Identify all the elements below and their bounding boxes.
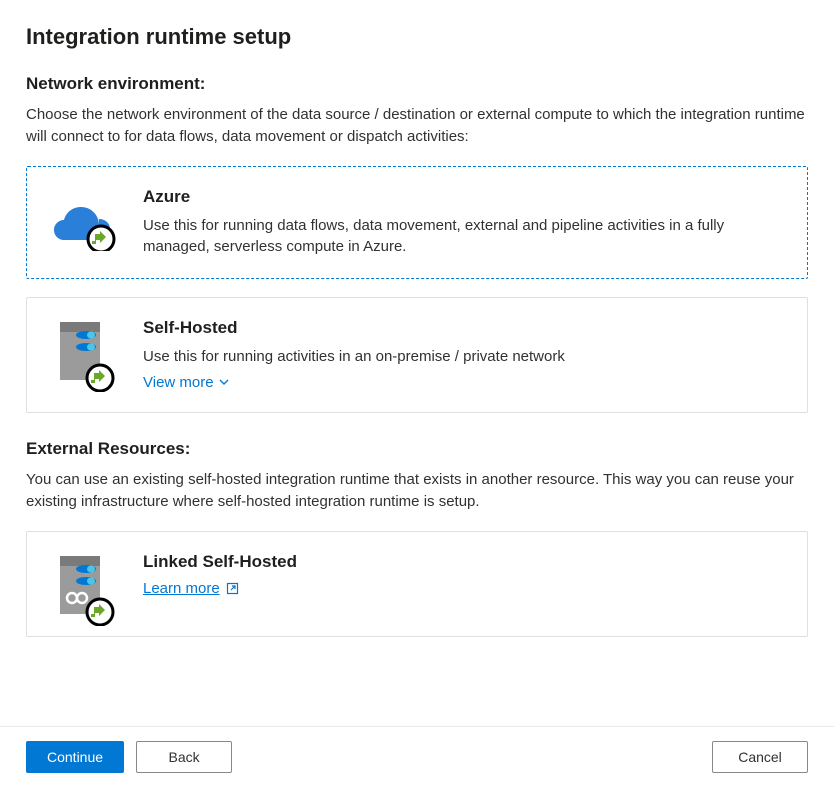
footer: Continue Back Cancel <box>0 726 834 791</box>
network-desc: Choose the network environment of the da… <box>26 104 808 148</box>
cancel-button[interactable]: Cancel <box>712 741 808 773</box>
external-label: External Resources: <box>26 439 808 459</box>
azure-desc: Use this for running data flows, data mo… <box>143 215 785 259</box>
learn-more-link[interactable]: Learn more <box>143 580 239 597</box>
card-linked-self-hosted[interactable]: Linked Self-Hosted Learn more <box>26 531 808 637</box>
self-hosted-title: Self-Hosted <box>143 318 785 338</box>
view-more-label: View more <box>143 374 214 391</box>
card-self-hosted[interactable]: Self-Hosted Use this for running activit… <box>26 297 808 413</box>
chevron-down-icon <box>218 376 230 388</box>
linked-server-icon <box>49 552 119 626</box>
self-hosted-desc: Use this for running activities in an on… <box>143 346 785 368</box>
external-link-icon <box>226 582 239 595</box>
server-icon <box>49 318 119 392</box>
azure-cloud-icon <box>49 187 119 259</box>
view-more-link[interactable]: View more <box>143 374 230 391</box>
continue-button[interactable]: Continue <box>26 741 124 773</box>
external-desc: You can use an existing self-hosted inte… <box>26 469 808 513</box>
back-button[interactable]: Back <box>136 741 232 773</box>
network-label: Network environment: <box>26 74 808 94</box>
learn-more-label: Learn more <box>143 580 220 597</box>
page-title: Integration runtime setup <box>26 24 808 50</box>
azure-title: Azure <box>143 187 785 207</box>
linked-title: Linked Self-Hosted <box>143 552 785 572</box>
card-azure[interactable]: Azure Use this for running data flows, d… <box>26 166 808 280</box>
